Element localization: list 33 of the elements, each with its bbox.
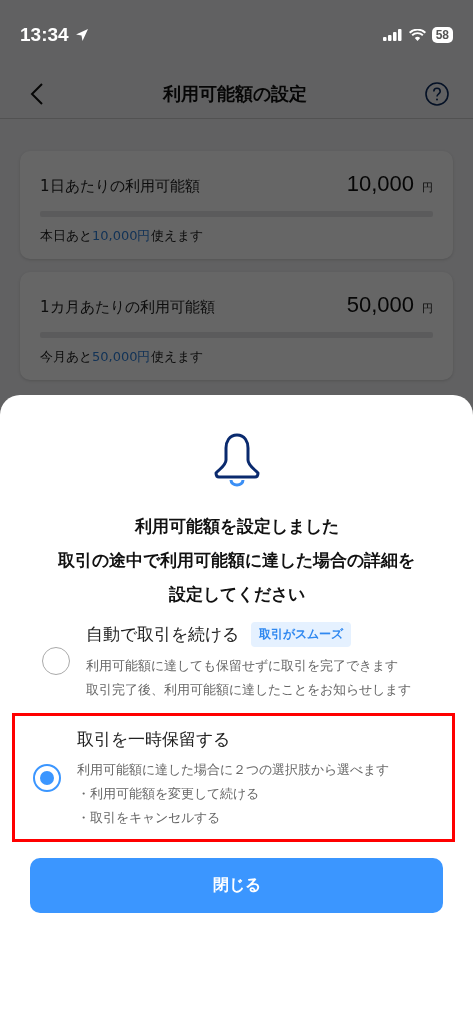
option-description: 利用可能額に達しても保留せずに取引を完了できます xyxy=(86,658,399,675)
wifi-icon xyxy=(408,29,426,41)
option-title: 取引を一時保留する xyxy=(77,728,230,751)
option-tag: 取引がスムーズ xyxy=(251,622,351,647)
status-time: 13:34 xyxy=(20,24,69,46)
currency-unit: 円 xyxy=(422,180,433,195)
option-row[interactable]: 自動で取引を続ける 取引がスムーズ 利用可能額に達しても保留せずに取引を完了できます 取引完了後、利用可能額に達したことをお知らせします xyxy=(12,612,455,709)
option-row[interactable]: 取引を一時保留する 利用可能額に達した場合に２つの選択肢から選べます ・利用可能額を変更して続ける ・取引をキャンセルする xyxy=(12,713,455,842)
battery-indicator: 58 xyxy=(431,27,453,43)
message-text: 設定してください xyxy=(167,584,306,606)
limit-card[interactable]: 1日あたりの利用可能額 10,000 円 本日あと 10,000円使えます xyxy=(20,151,453,259)
limit-card[interactable]: 1カ月あたりの利用可能額 50,000 円 今月あと 50,000円使えます xyxy=(20,272,453,380)
remaining-text: 今月あと 50,000円使えます xyxy=(40,348,204,366)
limit-label: 1カ月あたりの利用可能額 xyxy=(40,298,216,317)
option-description: 取引完了後、利用可能額に達したことをお知らせします xyxy=(86,682,411,699)
option-description: 利用可能額に達した場合に２つの選択肢から選べます xyxy=(77,762,389,779)
location-arrow-icon xyxy=(74,28,89,42)
back-icon[interactable] xyxy=(30,82,44,106)
help-icon[interactable] xyxy=(425,82,449,106)
option-description: ・利用可能額を変更して続ける xyxy=(77,786,260,803)
message-text: 取引の途中で利用可能額に達した場合の詳細を xyxy=(58,550,415,572)
screen-title: 利用可能額の設定 xyxy=(161,82,308,106)
signal-icon xyxy=(382,29,403,41)
remaining-text: 本日あと 10,000円使えます xyxy=(40,227,204,245)
limit-label: 1日あたりの利用可能額 xyxy=(40,177,201,196)
message-text: 利用可能額を設定しました xyxy=(133,516,340,538)
limit-amount: 50,000 xyxy=(346,292,414,318)
option-description: ・取引をキャンセルする xyxy=(77,810,221,827)
close-button[interactable]: 閉じる xyxy=(30,858,443,913)
currency-unit: 円 xyxy=(422,301,433,316)
limit-amount: 10,000 xyxy=(346,171,414,197)
option-title: 自動で取引を続ける xyxy=(86,623,239,646)
radio-button[interactable] xyxy=(33,763,61,792)
